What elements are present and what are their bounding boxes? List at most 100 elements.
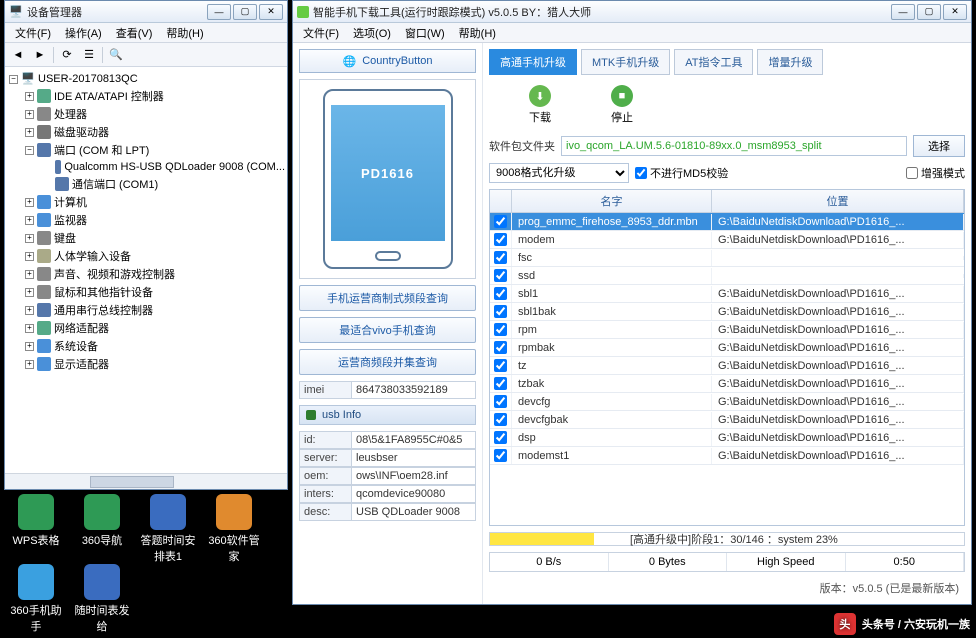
devmgr-title: 设备管理器 bbox=[27, 4, 207, 20]
tree-root[interactable]: −🖥️USER-20170813QC bbox=[9, 71, 285, 87]
table-row[interactable]: ssd bbox=[490, 267, 964, 285]
desktop-icon[interactable]: 360手机助手 bbox=[8, 564, 64, 634]
tree-item[interactable]: +声音、视频和游戏控制器 bbox=[25, 265, 285, 283]
tool-maximize-button[interactable]: ▢ bbox=[917, 4, 941, 20]
desktop-icon[interactable]: 随时间表发给 bbox=[74, 564, 130, 634]
tool-close-button[interactable]: ✕ bbox=[943, 4, 967, 20]
download-button[interactable]: ⬇ 下载 bbox=[529, 85, 551, 125]
scan-icon[interactable]: 🔍 bbox=[107, 46, 125, 64]
forward-icon[interactable]: ► bbox=[31, 46, 49, 64]
row-checkbox[interactable] bbox=[494, 305, 507, 318]
phone-model-label: PD1616 bbox=[331, 105, 445, 241]
row-checkbox[interactable] bbox=[494, 359, 507, 372]
device-tree[interactable]: −🖥️USER-20170813QC+IDE ATA/ATAPI 控制器+处理器… bbox=[5, 67, 287, 473]
right-panel: 高通手机升级 MTK手机升级 AT指令工具 增量升级 ⬇ 下载 ■ 停止 软件包… bbox=[483, 43, 971, 604]
table-row[interactable]: rpmbakG:\BaiduNetdiskDownload\PD1616_... bbox=[490, 339, 964, 357]
close-button[interactable]: ✕ bbox=[259, 4, 283, 20]
grid-header-location[interactable]: 位置 bbox=[712, 190, 964, 212]
tree-item[interactable]: +人体学输入设备 bbox=[25, 247, 285, 265]
row-checkbox[interactable] bbox=[494, 287, 507, 300]
table-row[interactable]: devcfgG:\BaiduNetdiskDownload\PD1616_... bbox=[490, 393, 964, 411]
tree-item[interactable]: +计算机 bbox=[25, 193, 285, 211]
tree-item[interactable]: −端口 (COM 和 LPT) bbox=[25, 141, 285, 159]
table-row[interactable]: dspG:\BaiduNetdiskDownload\PD1616_... bbox=[490, 429, 964, 447]
menu-file[interactable]: 文件(F) bbox=[9, 23, 57, 43]
desktop-icon[interactable]: 360软件管家 bbox=[206, 494, 262, 564]
tab-at[interactable]: AT指令工具 bbox=[674, 49, 753, 75]
tree-item[interactable]: +监视器 bbox=[25, 211, 285, 229]
country-button[interactable]: 🌐 CountryButton bbox=[299, 49, 476, 73]
table-row[interactable]: sbl1G:\BaiduNetdiskDownload\PD1616_... bbox=[490, 285, 964, 303]
usb-info-row: inters:qcomdevice90080 bbox=[299, 485, 476, 503]
tab-qualcomm[interactable]: 高通手机升级 bbox=[489, 49, 577, 75]
horizontal-scrollbar[interactable] bbox=[5, 473, 287, 489]
row-checkbox[interactable] bbox=[494, 449, 507, 462]
tree-item[interactable]: +键盘 bbox=[25, 229, 285, 247]
best-vivo-query-button[interactable]: 最适合vivo手机查询 bbox=[299, 317, 476, 343]
tree-item[interactable]: +磁盘驱动器 bbox=[25, 123, 285, 141]
row-checkbox[interactable] bbox=[494, 377, 507, 390]
desktop-icon[interactable]: 360导航 bbox=[74, 494, 130, 564]
row-checkbox[interactable] bbox=[494, 395, 507, 408]
minimize-button[interactable]: — bbox=[207, 4, 231, 20]
menu-help[interactable]: 帮助(H) bbox=[160, 23, 209, 43]
tool-minimize-button[interactable]: — bbox=[891, 4, 915, 20]
carrier-band-query-button[interactable]: 手机运营商制式频段查询 bbox=[299, 285, 476, 311]
table-row[interactable]: tzbakG:\BaiduNetdiskDownload\PD1616_... bbox=[490, 375, 964, 393]
tab-bar: 高通手机升级 MTK手机升级 AT指令工具 增量升级 bbox=[489, 49, 965, 75]
tab-mtk[interactable]: MTK手机升级 bbox=[581, 49, 670, 75]
row-checkbox[interactable] bbox=[494, 251, 507, 264]
usb-icon bbox=[306, 410, 316, 420]
row-checkbox[interactable] bbox=[494, 323, 507, 336]
maximize-button[interactable]: ▢ bbox=[233, 4, 257, 20]
stat-bytes: 0 Bytes bbox=[609, 553, 728, 571]
menu-action[interactable]: 操作(A) bbox=[59, 23, 108, 43]
tool-menu-file[interactable]: 文件(F) bbox=[297, 23, 345, 43]
carrier-union-query-button[interactable]: 运营商频段并集查询 bbox=[299, 349, 476, 375]
properties-icon[interactable]: ☰ bbox=[80, 46, 98, 64]
row-checkbox[interactable] bbox=[494, 341, 507, 354]
back-icon[interactable]: ◄ bbox=[9, 46, 27, 64]
tab-incremental[interactable]: 增量升级 bbox=[757, 49, 823, 75]
menu-view[interactable]: 查看(V) bbox=[110, 23, 159, 43]
tree-item[interactable]: +鼠标和其他指针设备 bbox=[25, 283, 285, 301]
country-button-label: CountryButton bbox=[362, 55, 432, 67]
row-checkbox[interactable] bbox=[494, 431, 507, 444]
tool-menu-help[interactable]: 帮助(H) bbox=[453, 23, 502, 43]
stop-button[interactable]: ■ 停止 bbox=[611, 85, 633, 125]
md5-checkbox[interactable]: 不进行MD5校验 bbox=[635, 165, 728, 181]
table-row[interactable]: rpmG:\BaiduNetdiskDownload\PD1616_... bbox=[490, 321, 964, 339]
refresh-icon[interactable]: ⟳ bbox=[58, 46, 76, 64]
table-row[interactable]: fsc bbox=[490, 249, 964, 267]
table-row[interactable]: modemG:\BaiduNetdiskDownload\PD1616_... bbox=[490, 231, 964, 249]
row-checkbox[interactable] bbox=[494, 215, 507, 228]
package-path-field[interactable]: ivo_qcom_LA.UM.5.6-01810-89xx.0_msm8953_… bbox=[561, 136, 907, 156]
tree-item[interactable]: +系统设备 bbox=[25, 337, 285, 355]
tool-menu-window[interactable]: 窗口(W) bbox=[399, 23, 451, 43]
desktop-icon[interactable]: WPS表格 bbox=[8, 494, 64, 564]
partition-grid: 名字 位置 prog_emmc_firehose_8953_ddr.mbnG:\… bbox=[489, 189, 965, 526]
tree-item[interactable]: +网络适配器 bbox=[25, 319, 285, 337]
table-row[interactable]: tzG:\BaiduNetdiskDownload\PD1616_... bbox=[490, 357, 964, 375]
table-row[interactable]: devcfgbakG:\BaiduNetdiskDownload\PD1616_… bbox=[490, 411, 964, 429]
tree-item[interactable]: +显示适配器 bbox=[25, 355, 285, 373]
row-checkbox[interactable] bbox=[494, 233, 507, 246]
tree-item[interactable]: 通信端口 (COM1) bbox=[41, 175, 285, 193]
row-checkbox[interactable] bbox=[494, 413, 507, 426]
grid-header-name[interactable]: 名字 bbox=[512, 190, 712, 212]
tool-menu-options[interactable]: 选项(O) bbox=[347, 23, 397, 43]
table-row[interactable]: modemst1G:\BaiduNetdiskDownload\PD1616_.… bbox=[490, 447, 964, 465]
table-row[interactable]: prog_emmc_firehose_8953_ddr.mbnG:\BaiduN… bbox=[490, 213, 964, 231]
desktop-icon[interactable]: 答题时间安排表1 bbox=[140, 494, 196, 564]
grid-body[interactable]: prog_emmc_firehose_8953_ddr.mbnG:\BaiduN… bbox=[490, 213, 964, 525]
tree-item[interactable]: +通用串行总线控制器 bbox=[25, 301, 285, 319]
row-checkbox[interactable] bbox=[494, 269, 507, 282]
tree-item[interactable]: +处理器 bbox=[25, 105, 285, 123]
enhanced-checkbox[interactable]: 增强模式 bbox=[906, 165, 965, 181]
imei-row: imei 864738033592189 bbox=[299, 381, 476, 399]
tree-item[interactable]: +IDE ATA/ATAPI 控制器 bbox=[25, 87, 285, 105]
mode-select[interactable]: 9008格式化升级 bbox=[489, 163, 629, 183]
tree-item[interactable]: Qualcomm HS-USB QDLoader 9008 (COM... bbox=[41, 159, 285, 175]
table-row[interactable]: sbl1bakG:\BaiduNetdiskDownload\PD1616_..… bbox=[490, 303, 964, 321]
browse-button[interactable]: 选择 bbox=[913, 135, 965, 157]
